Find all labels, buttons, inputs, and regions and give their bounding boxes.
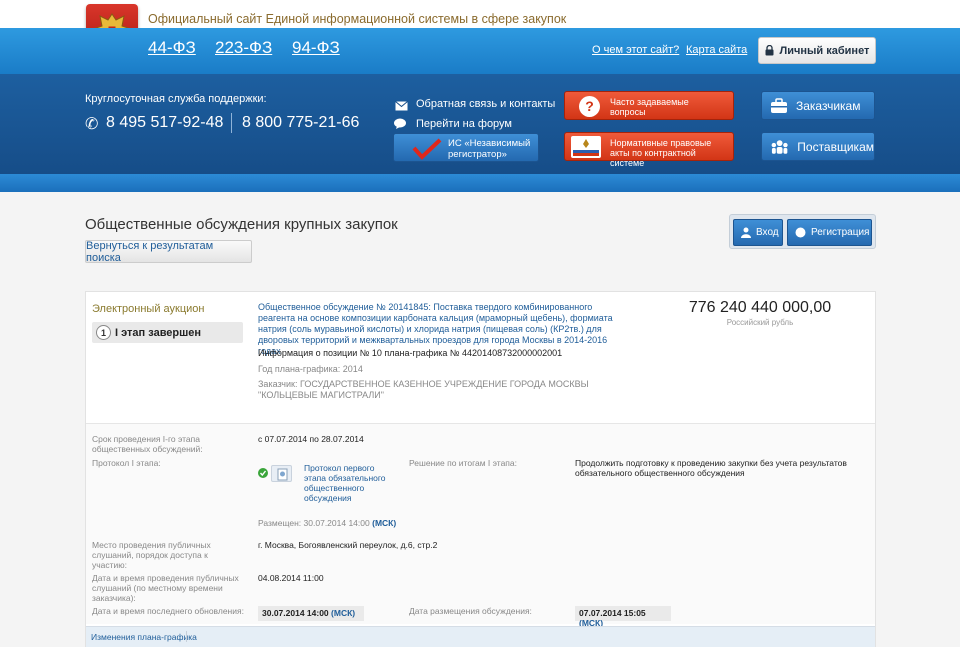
faq-button[interactable]: ? Часто задаваемые вопросы	[564, 91, 734, 120]
hearing-time-label: Дата и время проведения публичных слушан…	[92, 573, 239, 603]
registration-label: Регистрация	[811, 227, 870, 238]
placed-label: Размещен:	[258, 518, 302, 528]
currency-label: Российский рубль	[726, 318, 794, 327]
registration-button[interactable]: Регистрация	[787, 219, 872, 246]
envelope-icon	[395, 98, 408, 116]
login-label: Вход	[756, 227, 779, 238]
posted-label: Дата размещения обсуждения:	[409, 606, 532, 616]
phone-number-freecall: 8 800 775-21-66	[242, 114, 360, 131]
stage1-period-label: Срок проведения I-го этапа общественных …	[92, 434, 203, 454]
hearing-place-label: Место проведения публичных слушаний, пор…	[92, 540, 211, 570]
band-bottom-strip	[0, 174, 960, 192]
decision-label: Решение по итогам I этапа:	[409, 458, 518, 468]
login-button[interactable]: Вход	[733, 219, 783, 246]
last-update-label: Дата и время последнего обновления:	[92, 606, 244, 616]
suppliers-button[interactable]: Поставщикам	[761, 132, 875, 161]
faq-label: Часто задаваемые вопросы	[610, 97, 689, 117]
about-link[interactable]: О чем этот сайт?	[592, 44, 679, 56]
stage-number-badge: 1	[96, 325, 111, 340]
last-update-timezone: (МСК)	[331, 608, 356, 618]
phone-icon: ✆	[85, 116, 99, 133]
sitemap-link[interactable]: Карта сайта	[686, 44, 747, 56]
tab-plan-changes[interactable]: Изменения плана-графика	[91, 632, 197, 642]
forum-link[interactable]: Перейти на форум	[416, 118, 512, 130]
decision-value: Продолжить подготовку к проведению закуп…	[575, 458, 847, 478]
site-title: Официальный сайт Единой информационной с…	[148, 12, 567, 26]
support-label: Круглосуточная служба поддержки:	[85, 93, 267, 105]
customer-label: Заказчик:	[258, 379, 298, 389]
back-to-results-button[interactable]: Вернуться к результатам поиска	[85, 240, 252, 264]
stage-status-label: I этап завершен	[115, 327, 202, 339]
placed-info: Размещен: 30.07.2014 14:00 (МСК)	[258, 518, 396, 528]
page-title: Общественные обсуждения крупных закупок	[85, 216, 398, 233]
customer-info: Заказчик: ГОСУДАРСТВЕННОЕ КАЗЕННОЕ УЧРЕЖ…	[258, 379, 638, 401]
question-icon: ?	[579, 96, 600, 117]
hearing-place-value: г. Москва, Богоявленский переулок, д.6, …	[258, 540, 438, 550]
tabs-bar	[86, 626, 875, 647]
customer-link[interactable]: ГОСУДАРСТВЕННОЕ КАЗЕННОЕ УЧРЕЖДЕНИЕ ГОРО…	[258, 379, 589, 400]
law-223-link[interactable]: 223-ФЗ	[215, 38, 272, 58]
registrar-label: ИС «Независимый регистратор»	[448, 138, 531, 160]
lock-icon	[765, 45, 774, 56]
customers-button[interactable]: Заказчикам	[761, 91, 875, 120]
law-44-link[interactable]: 44-ФЗ	[148, 38, 196, 58]
last-update-value: 30.07.2014 14:00 (МСК)	[258, 606, 364, 621]
checkmark-icon	[412, 138, 442, 160]
feedback-link[interactable]: Обратная связь и контакты	[416, 98, 555, 110]
legal-acts-label: Нормативные правовые акты по контрактной…	[610, 138, 712, 168]
posted-date: 07.07.2014 15:05	[579, 608, 646, 618]
legal-acts-button[interactable]: Нормативные правовые акты по контрактной…	[564, 132, 734, 168]
tab-separator	[186, 631, 187, 642]
suppliers-icon	[771, 139, 788, 154]
last-update-date: 30.07.2014 14:00	[262, 608, 329, 618]
protocol-link[interactable]: Протокол первого этапа обязательного общ…	[304, 463, 396, 503]
law-94-link[interactable]: 94-ФЗ	[292, 38, 340, 58]
procedure-type: Электронный аукцион	[92, 303, 205, 315]
independent-registrar-button[interactable]: ИС «Независимый регистратор»	[393, 133, 539, 162]
phone-divider	[231, 113, 232, 133]
document-icon[interactable]	[271, 465, 292, 482]
user-icon	[741, 227, 751, 238]
check-circle-icon	[258, 465, 268, 483]
suppliers-label: Поставщикам	[797, 139, 874, 154]
posted-value: 07.07.2014 15:05 (МСК)	[575, 606, 671, 628]
hearing-time-value: 04.08.2014 11:00	[258, 573, 324, 583]
stage1-period-value: с 07.07.2014 по 28.07.2014	[258, 434, 364, 444]
customers-label: Заказчикам	[796, 98, 861, 113]
placed-timezone: (МСК)	[372, 518, 397, 528]
cabinet-label: Личный кабинет	[779, 44, 870, 57]
contract-price: 776 240 440 000,00	[688, 299, 832, 316]
plan-position-info: Информация о позиции № 10 плана-графика …	[258, 348, 563, 358]
placed-date: 30.07.2014 14:00	[303, 518, 370, 528]
protocol-label: Протокол I этапа:	[92, 458, 161, 468]
customers-icon	[771, 97, 787, 113]
personal-cabinet-button[interactable]: Личный кабинет	[758, 37, 876, 64]
plan-year: Год плана-графика: 2014	[258, 364, 363, 374]
phone-number-moscow: 8 495 517-92-48	[106, 114, 224, 131]
legal-crest-icon	[571, 136, 601, 158]
registration-icon	[795, 227, 806, 238]
